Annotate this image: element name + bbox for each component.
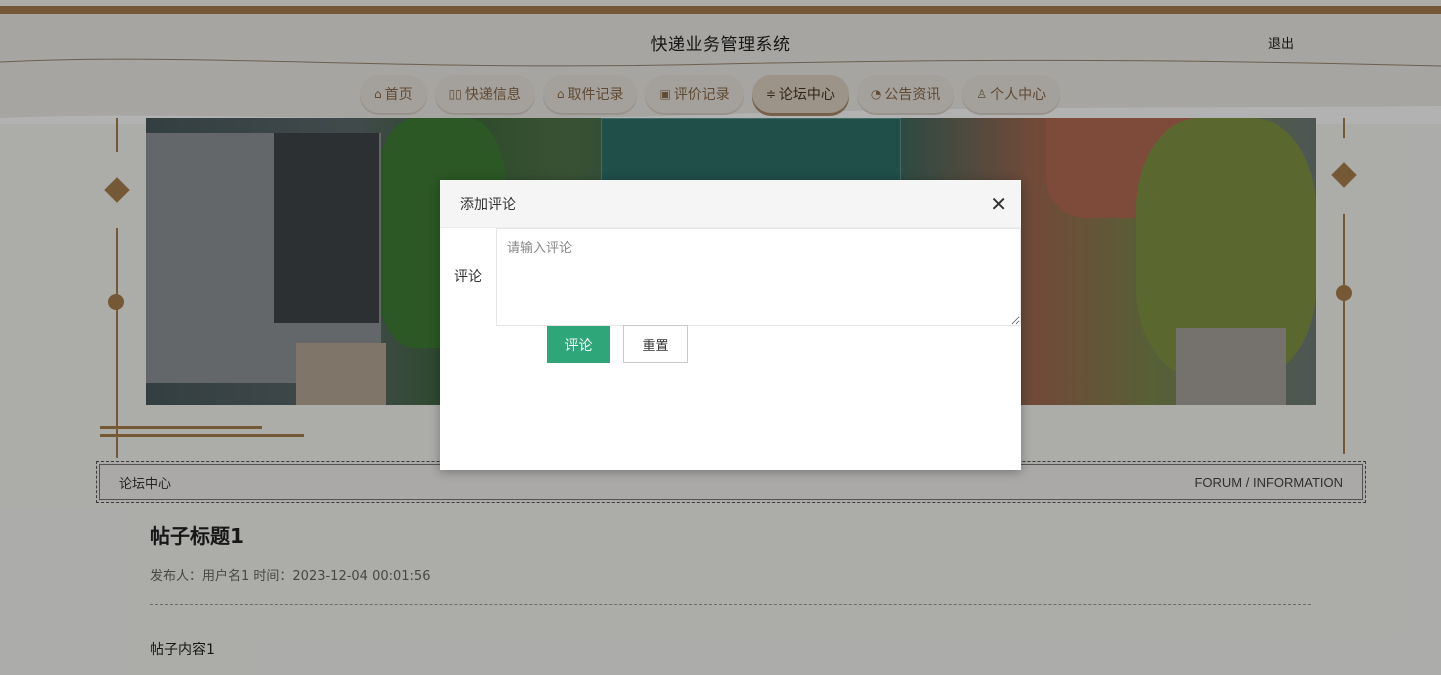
dialog-header: 添加评论 ✕ — [440, 180, 1021, 228]
dialog-title: 添加评论 — [460, 196, 516, 213]
close-icon[interactable]: ✕ — [990, 194, 1007, 214]
comment-form-row: 评论 — [440, 228, 1021, 326]
reset-button[interactable]: 重置 — [623, 325, 688, 363]
add-comment-dialog: 添加评论 ✕ 评论 评论 重置 — [440, 180, 1021, 470]
submit-comment-button[interactable]: 评论 — [547, 326, 610, 363]
comment-label: 评论 — [454, 269, 482, 285]
comment-input[interactable] — [496, 228, 1021, 326]
